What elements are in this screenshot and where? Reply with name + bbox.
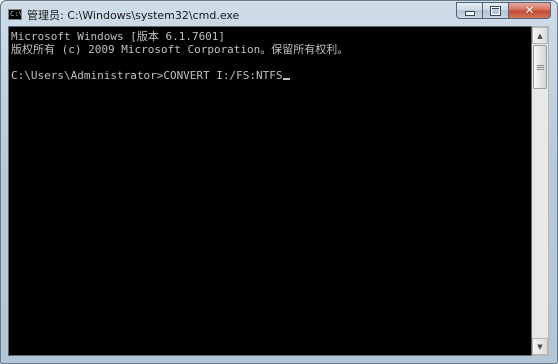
cmd-window: C:\ 管理员: C:\Windows\system32\cmd.exe ✕ M… bbox=[0, 0, 558, 364]
arrow-down-icon: ▼ bbox=[537, 342, 543, 351]
minimize-button[interactable] bbox=[456, 2, 482, 19]
scroll-down-button[interactable]: ▼ bbox=[532, 338, 548, 355]
minimize-icon bbox=[464, 11, 475, 16]
vertical-scrollbar[interactable]: ▲ ▼ bbox=[532, 26, 549, 356]
scroll-thumb[interactable] bbox=[533, 45, 547, 89]
close-button[interactable]: ✕ bbox=[508, 2, 551, 19]
text-cursor bbox=[282, 78, 290, 80]
maximize-button[interactable] bbox=[482, 2, 508, 19]
grip-icon bbox=[537, 65, 544, 66]
arrow-up-icon: ▲ bbox=[537, 31, 543, 40]
caption-buttons: ✕ bbox=[456, 2, 551, 19]
console-output[interactable]: Microsoft Windows [版本 6.1.7601] 版权所有 (c)… bbox=[8, 26, 532, 356]
maximize-icon bbox=[490, 5, 501, 16]
close-icon: ✕ bbox=[524, 3, 535, 17]
console-line-copyright: 版权所有 (c) 2009 Microsoft Corporation。保留所有… bbox=[11, 43, 349, 56]
prompt-command-text: C:\Users\Administrator>CONVERT I:/FS:NTF… bbox=[11, 69, 283, 82]
cmd-app-icon[interactable]: C:\ bbox=[8, 9, 22, 20]
scroll-up-button[interactable]: ▲ bbox=[532, 27, 548, 44]
console-line-version: Microsoft Windows [版本 6.1.7601] bbox=[11, 30, 226, 43]
console-line-prompt[interactable]: C:\Users\Administrator>CONVERT I:/FS:NTF… bbox=[11, 69, 531, 82]
title-bar[interactable]: C:\ 管理员: C:\Windows\system32\cmd.exe ✕ bbox=[1, 1, 557, 26]
window-title: 管理员: C:\Windows\system32\cmd.exe bbox=[27, 9, 240, 22]
